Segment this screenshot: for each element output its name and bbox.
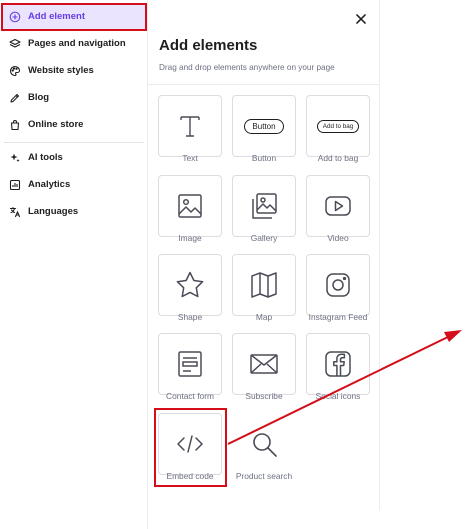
sidebar-item-label: AI tools (28, 152, 63, 163)
sidebar-item-add-element[interactable]: Add element (2, 4, 146, 29)
form-icon (178, 351, 202, 377)
pen-icon (10, 93, 20, 103)
element-tile-add-to-bag[interactable]: Add to bag (306, 95, 370, 157)
analytics-icon (9, 179, 21, 190)
element-label: Instagram Feed (308, 312, 368, 322)
sidebar-item-online-store[interactable]: Online store (2, 112, 146, 137)
facebook-icon (325, 351, 351, 377)
sidebar-item-label: Website styles (28, 65, 94, 76)
element-label: Subscribe (245, 391, 283, 401)
shopping-bag-icon (10, 119, 20, 130)
image-icon (178, 194, 202, 218)
element-tile-image[interactable] (158, 175, 222, 237)
element-label: Add to bag (317, 153, 359, 163)
map-icon (251, 272, 277, 298)
layers-icon (9, 38, 21, 48)
element-tile-shape[interactable] (158, 254, 222, 316)
sidebar-item-label: Pages and navigation (28, 38, 126, 49)
element-label: Gallery (250, 233, 278, 243)
add-to-bag-icon: Add to bag (316, 119, 360, 133)
element-label: Image (178, 233, 202, 243)
translate-icon (9, 206, 21, 217)
element-tile-video[interactable] (306, 175, 370, 237)
sidebar-divider (4, 142, 144, 143)
sidebar-item-pages-navigation[interactable]: Pages and navigation (2, 31, 146, 56)
video-icon (325, 196, 351, 216)
element-label: Contact form (166, 391, 214, 401)
element-tile-instagram-feed[interactable] (306, 254, 370, 316)
gallery-icon (252, 193, 277, 219)
sidebar-item-ai-tools[interactable]: AI tools (2, 145, 146, 170)
element-tile-embed-code[interactable] (158, 413, 222, 475)
close-icon[interactable] (354, 12, 368, 26)
sidebar-item-label: Languages (28, 206, 79, 217)
sidebar-item-blog[interactable]: Blog (2, 85, 146, 110)
element-tile-product-search[interactable] (232, 413, 296, 475)
sidebar-item-label: Add element (28, 11, 86, 22)
element-tile-button[interactable]: Button (232, 95, 296, 157)
sidebar-item-analytics[interactable]: Analytics (2, 172, 146, 197)
element-label: Embed code (166, 471, 214, 481)
text-icon (180, 116, 200, 137)
button-icon: Button (244, 118, 284, 134)
element-tile-subscribe[interactable] (232, 333, 296, 395)
star-icon (176, 271, 204, 298)
sidebar-item-label: Blog (28, 92, 50, 103)
element-label: Social icons (315, 391, 361, 401)
element-tile-social-icons[interactable] (306, 333, 370, 395)
element-label: Button (251, 153, 277, 163)
panel-title: Add elements (159, 37, 258, 54)
palette-icon (9, 65, 21, 76)
element-tile-text[interactable] (158, 95, 222, 157)
instagram-icon (326, 273, 350, 297)
search-icon (253, 433, 277, 457)
element-tile-contact-form[interactable] (158, 333, 222, 395)
sidebar-item-label: Analytics (28, 179, 71, 190)
sidebar-item-label: Online store (28, 119, 84, 130)
element-label: Video (327, 233, 349, 243)
plus-circle-icon (9, 11, 21, 22)
code-icon (177, 435, 203, 453)
element-label: Shape (177, 312, 203, 322)
envelope-icon (250, 354, 278, 374)
panel-divider (148, 84, 380, 85)
sidebar-item-languages[interactable]: Languages (2, 199, 146, 224)
element-label: Product search (235, 471, 293, 481)
panel-subtitle: Drag and drop elements anywhere on your … (159, 63, 335, 72)
sparkles-icon (10, 153, 20, 162)
element-tile-map[interactable] (232, 254, 296, 316)
sidebar: Add element Pages and navigation Website… (0, 0, 148, 529)
element-label: Map (255, 312, 273, 322)
sidebar-item-website-styles[interactable]: Website styles (2, 58, 146, 83)
element-tile-gallery[interactable] (232, 175, 296, 237)
element-label: Text (182, 153, 198, 163)
